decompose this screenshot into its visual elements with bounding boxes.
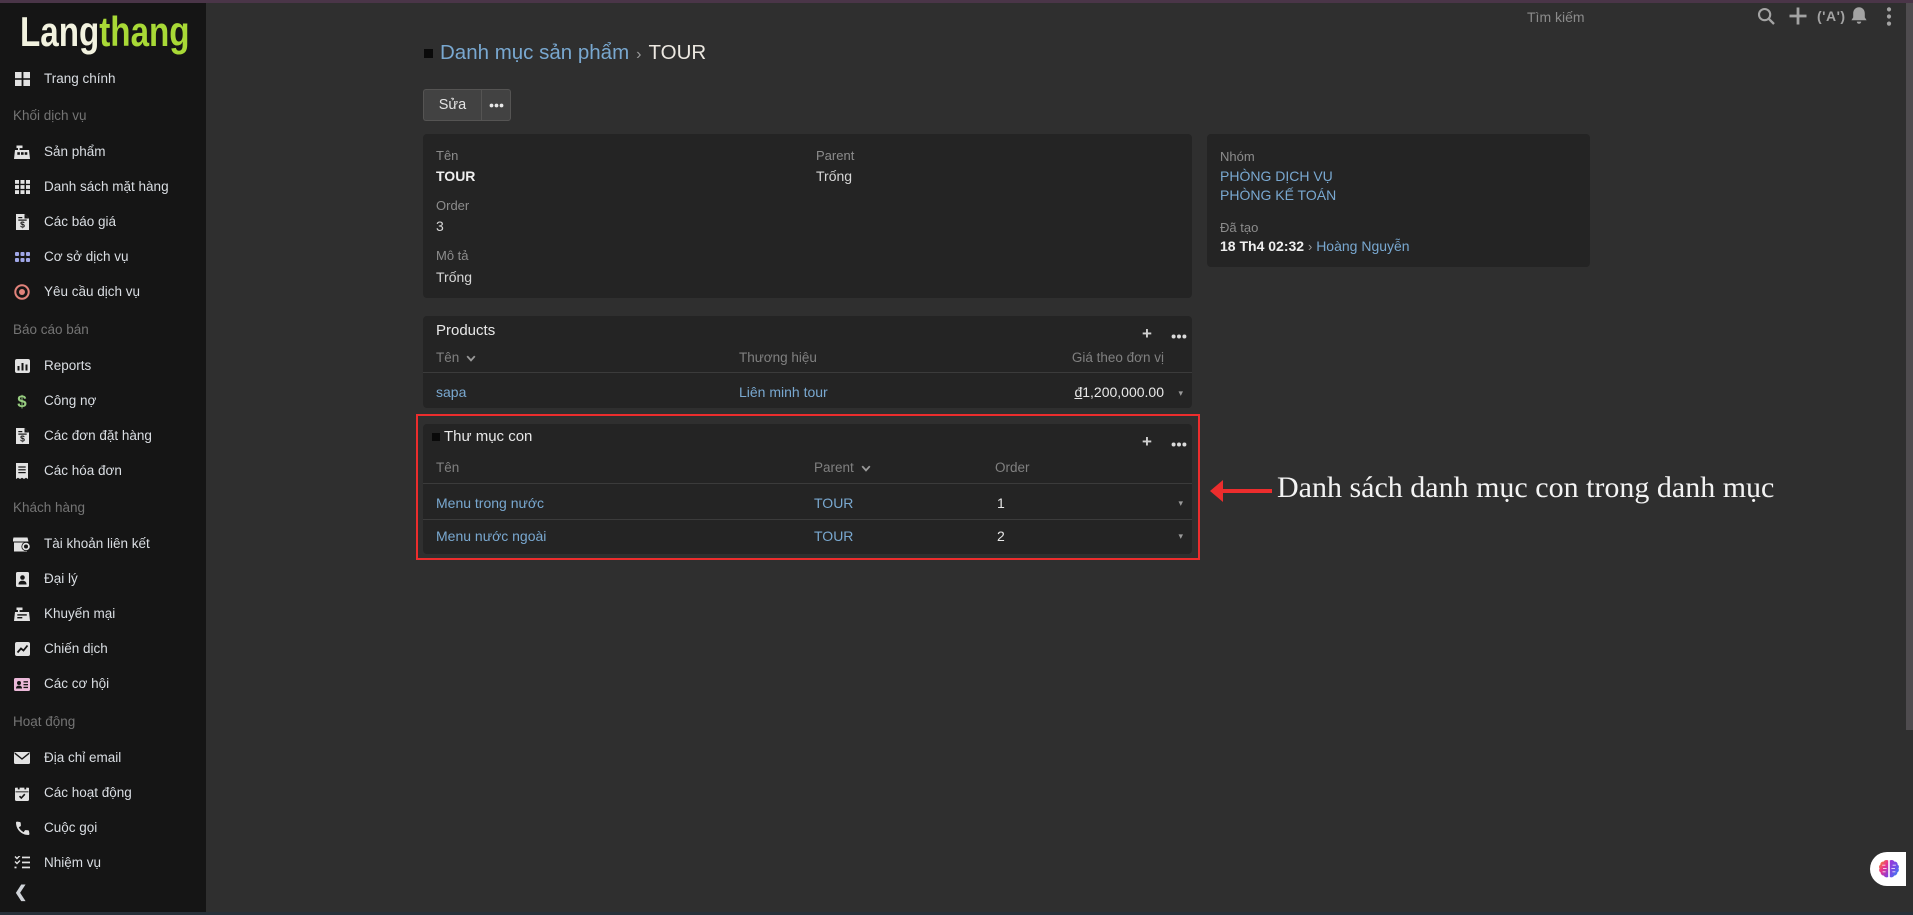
svg-text:$: $ [17, 393, 27, 410]
svg-text:$: $ [20, 219, 25, 229]
svg-text:$: $ [20, 433, 25, 443]
